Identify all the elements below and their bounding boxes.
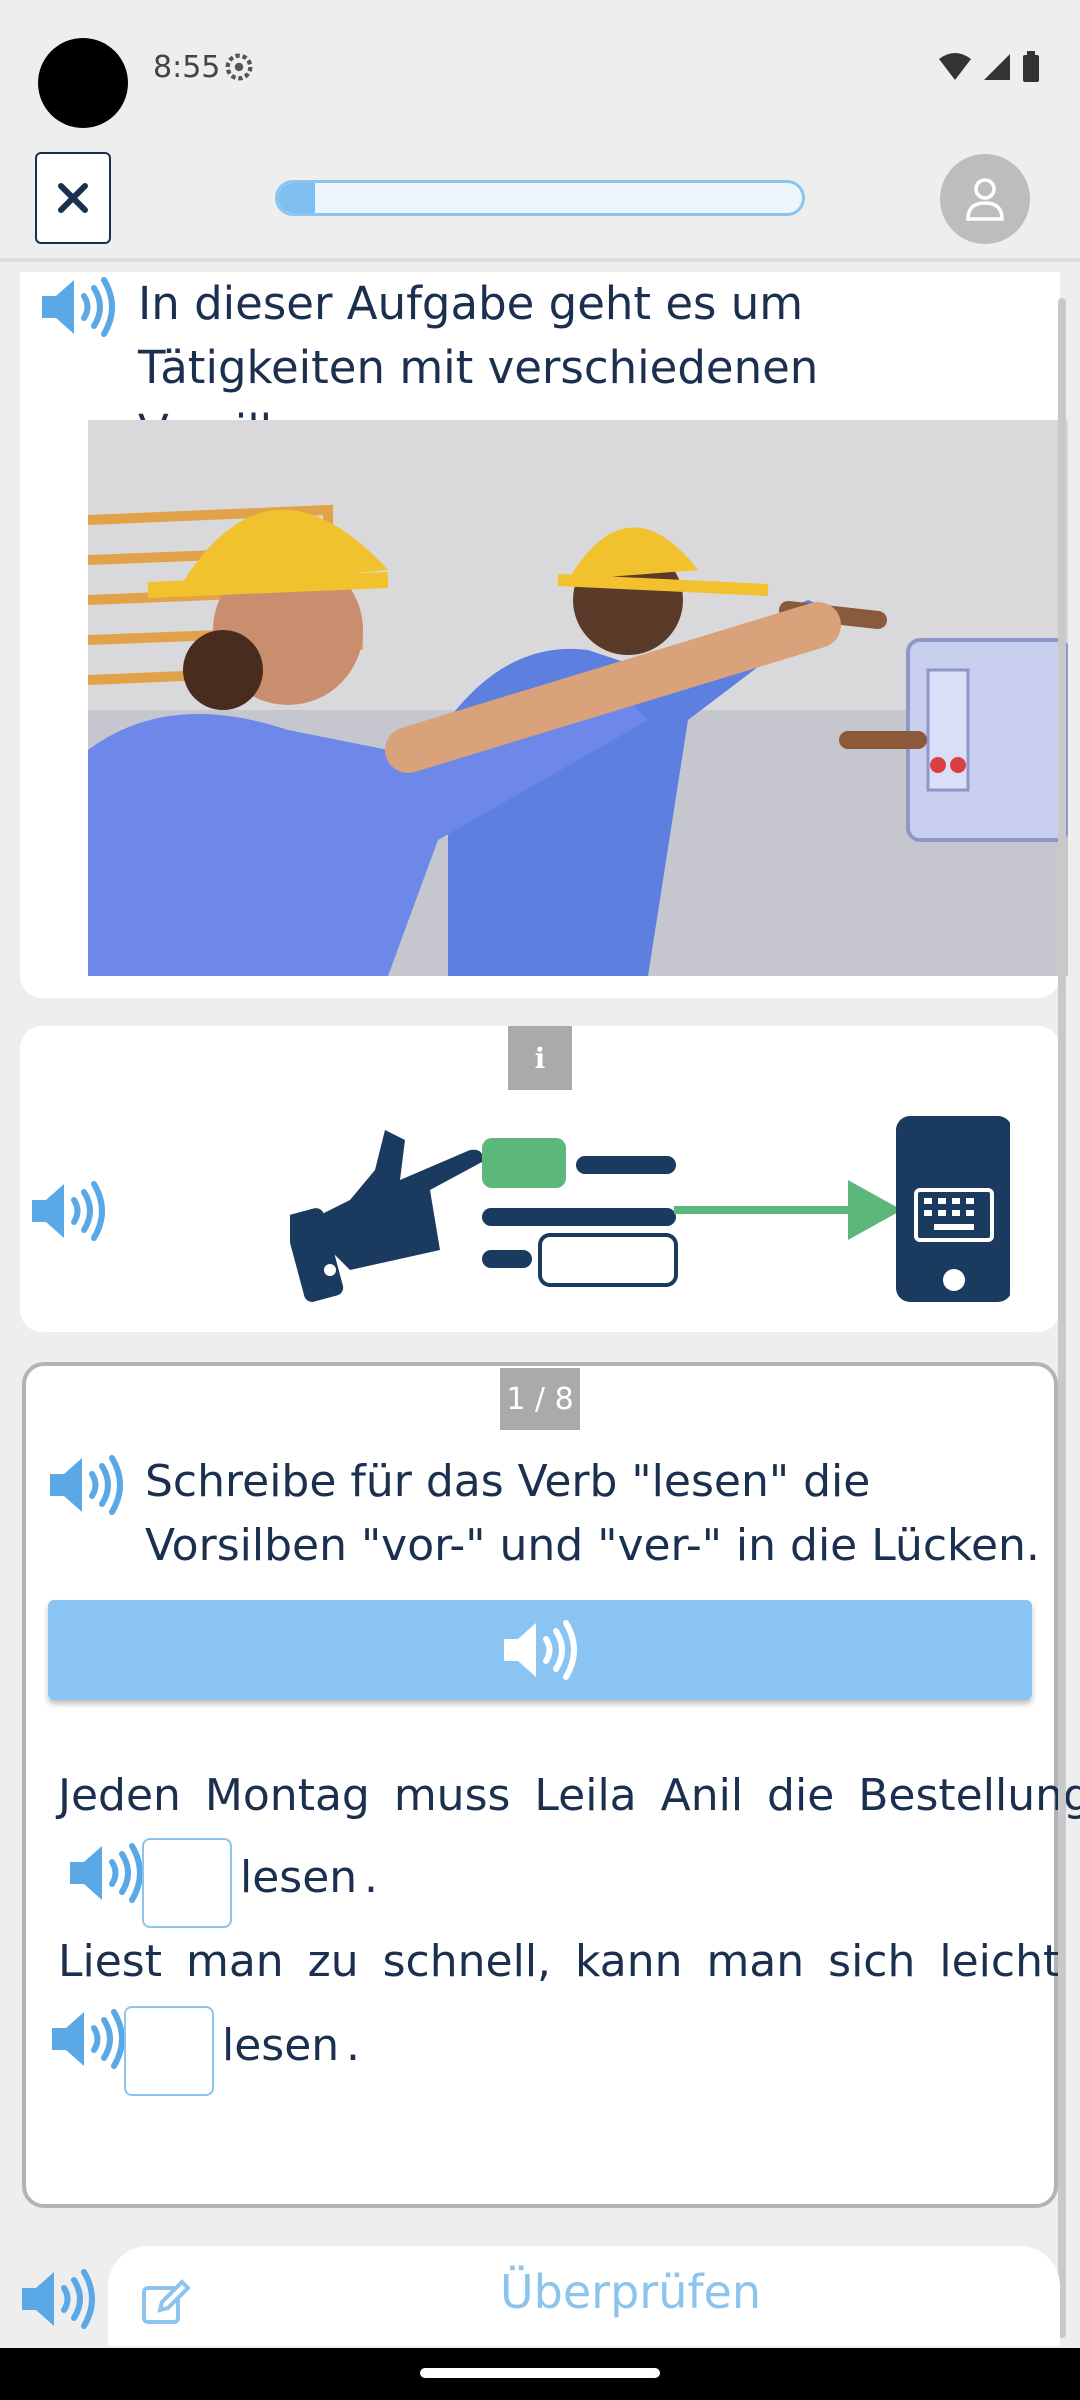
close-icon: [58, 183, 88, 213]
page-counter: 1 / 8: [500, 1368, 580, 1430]
check-button-label: Überprüfen: [500, 2265, 761, 2319]
speaker-icon: [504, 1620, 577, 1680]
home-gesture-handle[interactable]: [420, 2368, 660, 2378]
status-time: 8:55: [153, 50, 221, 85]
progress-bar: [275, 180, 805, 216]
progress-fill: [278, 183, 315, 213]
gap-input[interactable]: [142, 1838, 232, 1928]
status-icons: [938, 50, 1040, 84]
speaker-icon[interactable]: [48, 2008, 128, 2070]
topbar-divider: [0, 258, 1080, 262]
gear-icon: [225, 53, 253, 81]
battery-icon: [1023, 51, 1039, 82]
speaker-icon[interactable]: [38, 276, 118, 338]
sentence-text: Jeden Montag muss Leila Anil die Bestell…: [58, 1770, 1080, 1821]
gap-suffix: lesen: [222, 2020, 340, 2071]
sentence-end: .: [364, 1852, 378, 1903]
close-button[interactable]: [35, 152, 111, 244]
task-instruction: Schreibe für das Verb "lesen" die Vorsil…: [145, 1456, 1040, 1571]
speaker-icon[interactable]: [28, 1180, 108, 1242]
user-icon: [966, 178, 1004, 221]
signal-icon: [984, 54, 1010, 80]
speaker-icon[interactable]: [46, 1454, 126, 1516]
wifi-icon: [939, 53, 971, 80]
scrollbar[interactable]: [1058, 298, 1066, 2338]
speaker-icon[interactable]: [18, 2268, 98, 2330]
gap-input[interactable]: [124, 2006, 214, 2096]
profile-button[interactable]: [940, 154, 1030, 244]
gap-suffix: lesen: [240, 1852, 358, 1903]
workers-illustration: [88, 420, 1068, 976]
sentence-end: .: [346, 2020, 360, 2071]
speaker-icon[interactable]: [66, 1842, 146, 1904]
type-into-gaps-illustration: [290, 1116, 1010, 1302]
camera-cutout: [38, 38, 128, 128]
play-audio-button[interactable]: [48, 1600, 1032, 1700]
edit-icon: [142, 2279, 190, 2324]
info-badge[interactable]: i: [508, 1026, 572, 1090]
sentence-text: Liest man zu schnell, kann man sich leic…: [58, 1936, 1061, 1987]
